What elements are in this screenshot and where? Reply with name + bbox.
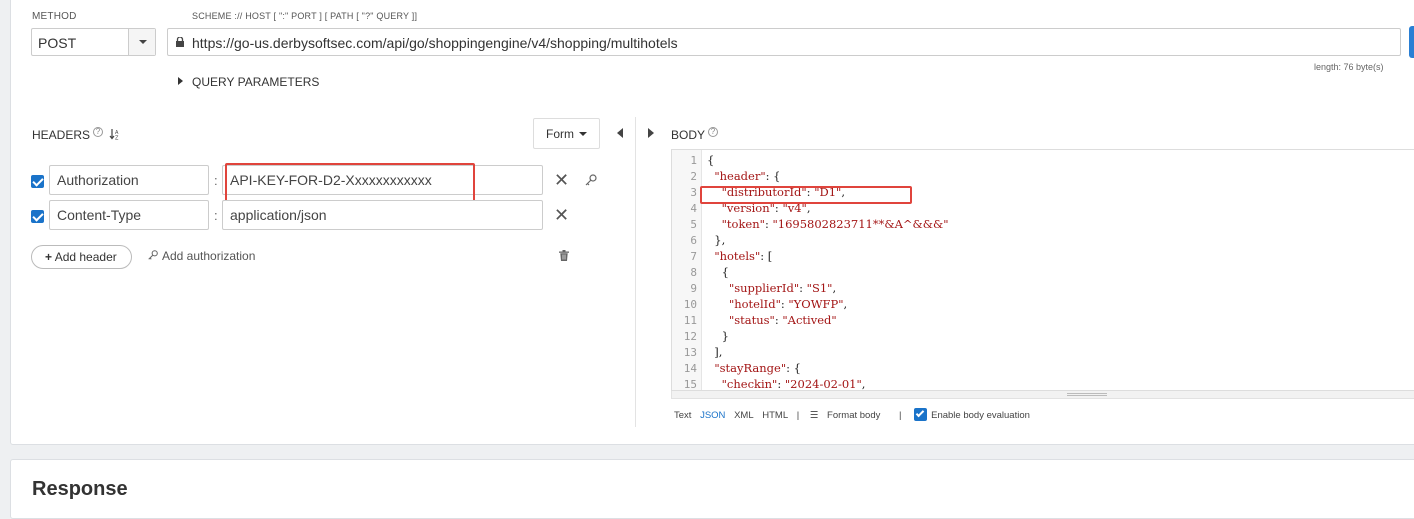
format-body-button[interactable]: ☰ Format body: [810, 410, 887, 421]
separator: |: [796, 410, 800, 421]
code-line: "hotels": [: [714, 249, 773, 263]
highlight-box-authorization: [225, 163, 475, 204]
header-row-1-name[interactable]: Authorization: [49, 165, 209, 195]
enable-eval-label: Enable body evaluation: [931, 410, 1030, 421]
collapse-left-icon[interactable]: [617, 128, 623, 138]
key-icon: [148, 250, 158, 260]
add-header-label: Add header: [54, 250, 117, 264]
line-number: 11: [683, 314, 697, 327]
line-number: 13: [683, 346, 697, 359]
code-line: {: [707, 153, 715, 167]
grip-icon: [1067, 393, 1107, 396]
url-input[interactable]: https://go-us.derbysoftsec.com/api/go/sh…: [167, 28, 1401, 56]
key-icon[interactable]: [584, 173, 598, 187]
header-row-2-value[interactable]: application/json: [222, 200, 543, 230]
line-number: 8: [690, 266, 697, 279]
format-html-tab[interactable]: HTML: [762, 410, 788, 421]
chevron-down-icon[interactable]: [128, 29, 155, 55]
query-parameters-toggle[interactable]: QUERY PARAMETERS: [178, 75, 319, 89]
code-line: "stayRange": {: [714, 361, 801, 375]
trash-icon[interactable]: [559, 250, 569, 261]
line-number: 15: [683, 378, 697, 391]
code-line: "status": "Actived": [728, 313, 837, 327]
plus-icon: +: [45, 250, 53, 264]
code-line: }: [707, 329, 729, 343]
line-number: 6: [690, 234, 697, 247]
url-length: length: 76 byte(s): [1314, 62, 1384, 72]
caret-right-icon: [178, 77, 183, 85]
headers-title-wrap: HEADERS? A Z: [32, 127, 121, 142]
send-button[interactable]: [1409, 26, 1414, 58]
method-value: POST: [38, 35, 77, 51]
line-number: 2: [690, 170, 697, 183]
line-number: 5: [690, 218, 697, 231]
format-lines-icon: ☰: [809, 410, 819, 421]
code-line: "checkin": "2024-02-01",: [721, 377, 866, 391]
panel-divider[interactable]: [635, 117, 636, 427]
query-parameters-label: QUERY PARAMETERS: [192, 75, 320, 89]
body-title: BODY: [671, 128, 706, 142]
line-number: 1: [690, 154, 697, 167]
code-line: },: [707, 233, 726, 247]
line-number: 7: [690, 250, 697, 263]
line-number: 3: [690, 186, 697, 199]
code-line: {: [707, 265, 729, 279]
remove-header-1-icon[interactable]: ✕: [554, 171, 569, 189]
header-row-2-colon: :: [214, 208, 218, 223]
code-line: "hotelId": "YOWFP",: [728, 297, 848, 311]
check-icon: [915, 408, 925, 418]
line-number: 14: [683, 362, 697, 375]
caret-down-icon: [579, 132, 587, 136]
help-icon[interactable]: ?: [93, 127, 104, 137]
form-mode-button[interactable]: Form: [533, 118, 600, 149]
response-card: [10, 459, 1414, 519]
method-label: METHOD: [32, 11, 77, 22]
format-json-tab[interactable]: JSON: [700, 410, 725, 421]
body-title-wrap: BODY?: [671, 127, 719, 142]
line-gutter: 1 2 3 4 5 6 7 8 9 10 11 12 13 14 15: [672, 150, 702, 390]
code-line: "supplierId": "S1",: [728, 281, 837, 295]
remove-header-2-icon[interactable]: ✕: [554, 206, 569, 224]
add-authorization-label: Add authorization: [162, 249, 256, 263]
url-value: https://go-us.derbysoftsec.com/api/go/sh…: [192, 35, 678, 51]
header-row-2-checkbox[interactable]: [31, 210, 44, 223]
code-line: "header": {: [714, 169, 781, 183]
header-row-2-name[interactable]: Content-Type: [49, 200, 209, 230]
format-body-label: Format body: [827, 410, 881, 421]
lock-icon: [176, 37, 184, 47]
form-mode-label: Form: [546, 127, 574, 141]
separator: |: [899, 410, 902, 421]
headers-title: HEADERS: [32, 128, 91, 142]
line-number: 4: [690, 202, 697, 215]
add-authorization-link[interactable]: Add authorization: [147, 249, 255, 263]
enable-eval-checkbox[interactable]: [914, 408, 928, 421]
editor-resize-handle[interactable]: [671, 391, 1414, 399]
svg-text:Z: Z: [115, 136, 119, 141]
collapse-right-icon[interactable]: [648, 128, 654, 138]
highlight-box-distributor: [700, 186, 912, 204]
line-number: 10: [683, 298, 697, 311]
format-text-tab[interactable]: Text: [674, 410, 691, 421]
body-format-bar: Text JSON XML HTML | ☰ Format body | Ena…: [674, 408, 1036, 421]
method-select[interactable]: POST: [31, 28, 156, 56]
header-row-1-colon: :: [214, 173, 218, 188]
url-format-label: SCHEME :// HOST [ ":" PORT ] [ PATH [ "?…: [192, 11, 418, 21]
code-line: "token": "1695802823711**&A^&&&": [721, 217, 949, 231]
format-xml-tab[interactable]: XML: [734, 410, 754, 421]
sort-alpha-icon[interactable]: A Z: [109, 128, 121, 142]
header-row-1-checkbox[interactable]: [31, 175, 44, 188]
line-number: 9: [690, 282, 697, 295]
code-line: ],: [707, 345, 723, 359]
add-header-button[interactable]: + Add header: [31, 245, 132, 269]
help-icon[interactable]: ?: [708, 127, 719, 137]
response-title: Response: [32, 478, 128, 500]
line-number: 12: [683, 330, 697, 343]
